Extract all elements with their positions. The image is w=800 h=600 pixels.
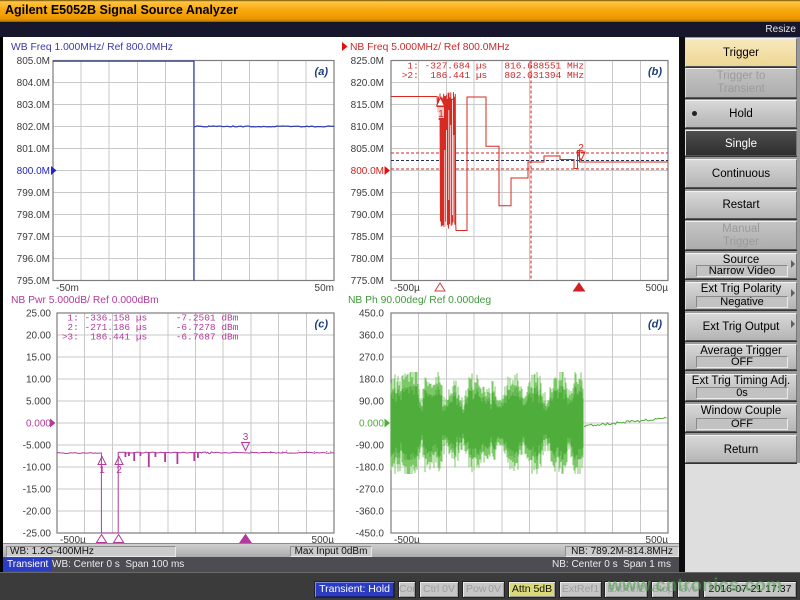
svg-text:-50m: -50m (56, 283, 79, 294)
svg-text:(d): (d) (648, 319, 662, 331)
svg-text:800.0M: 800.0M (17, 166, 50, 177)
svg-text:785.0M: 785.0M (351, 232, 384, 243)
svg-text:0.000: 0.000 (359, 419, 384, 430)
svg-text:-180.0: -180.0 (356, 463, 385, 474)
svg-text:798.0M: 798.0M (17, 210, 50, 221)
svg-text:10.00: 10.00 (26, 375, 51, 386)
svg-text:(c): (c) (315, 319, 329, 331)
svg-text:270.0: 270.0 (359, 353, 384, 364)
svg-text:360.0: 360.0 (359, 331, 384, 342)
svg-text:801.0M: 801.0M (17, 144, 50, 155)
svg-text:810.0M: 810.0M (351, 122, 384, 133)
svg-text:802.0M: 802.0M (17, 122, 50, 133)
svg-text:820.0M: 820.0M (351, 78, 384, 89)
svg-text:500µ: 500µ (646, 283, 669, 294)
svg-text:1: 1 (438, 109, 444, 120)
svg-text:NB Freq 5.000MHz/ Ref 800.0MHz: NB Freq 5.000MHz/ Ref 800.0MHz (350, 42, 510, 53)
svg-text:803.0M: 803.0M (17, 100, 50, 111)
svg-text:804.0M: 804.0M (17, 78, 50, 89)
svg-text:NB Pwr 5.000dB/ Ref 0.000dBm: NB Pwr 5.000dB/ Ref 0.000dBm (11, 295, 159, 306)
svg-text:-90.00: -90.00 (356, 441, 385, 452)
svg-text:-360.0: -360.0 (356, 507, 385, 518)
svg-text:-270.0: -270.0 (356, 485, 385, 496)
svg-text:790.0M: 790.0M (351, 210, 384, 221)
svg-text:-25.00: -25.00 (23, 529, 52, 540)
svg-text:799.0M: 799.0M (17, 188, 50, 199)
svg-text:20.00: 20.00 (26, 331, 51, 342)
svg-text:-15.00: -15.00 (23, 485, 52, 496)
svg-text:775.0M: 775.0M (351, 276, 384, 287)
svg-text:>2: 186.441 µs 802.031394 M: >2: 186.441 µs 802.031394 MHz (396, 70, 584, 81)
svg-text:450.0: 450.0 (359, 309, 384, 320)
svg-text:3: 3 (243, 432, 249, 443)
svg-text:805.0M: 805.0M (351, 144, 384, 155)
svg-text:1: 1 (99, 465, 105, 476)
svg-text:-450.0: -450.0 (356, 529, 385, 540)
svg-text:800.0M: 800.0M (351, 166, 384, 177)
svg-text:-20.00: -20.00 (23, 507, 52, 518)
svg-text:NB Ph 90.00deg/ Ref 0.000deg: NB Ph 90.00deg/ Ref 0.000deg (348, 295, 491, 306)
svg-text:-5.000: -5.000 (23, 441, 52, 452)
svg-text:(b): (b) (648, 66, 662, 78)
svg-text:-500µ: -500µ (394, 283, 420, 294)
svg-text:>3: 186.441 µs -6.7687 dB: >3: 186.441 µs -6.7687 dBm (56, 332, 239, 343)
svg-text:-10.00: -10.00 (23, 463, 52, 474)
svg-text:180.0: 180.0 (359, 375, 384, 386)
svg-text:795.0M: 795.0M (17, 276, 50, 287)
svg-text:5.000: 5.000 (26, 397, 51, 408)
svg-text:815.0M: 815.0M (351, 100, 384, 111)
svg-text:825.0M: 825.0M (351, 56, 384, 67)
svg-text:90.00: 90.00 (359, 397, 384, 408)
svg-text:25.00: 25.00 (26, 309, 51, 320)
svg-text:805.0M: 805.0M (17, 56, 50, 67)
svg-text:(a): (a) (315, 66, 329, 78)
svg-text:50m: 50m (315, 283, 334, 294)
svg-text:797.0M: 797.0M (17, 232, 50, 243)
svg-text:WB Freq 1.000MHz/ Ref 800.0MHz: WB Freq 1.000MHz/ Ref 800.0MHz (11, 42, 173, 53)
svg-text:0.000: 0.000 (26, 419, 51, 430)
svg-text:780.0M: 780.0M (351, 254, 384, 265)
svg-text:15.00: 15.00 (26, 353, 51, 364)
svg-text:795.0M: 795.0M (351, 188, 384, 199)
svg-text:796.0M: 796.0M (17, 254, 50, 265)
svg-text:2: 2 (116, 465, 122, 476)
